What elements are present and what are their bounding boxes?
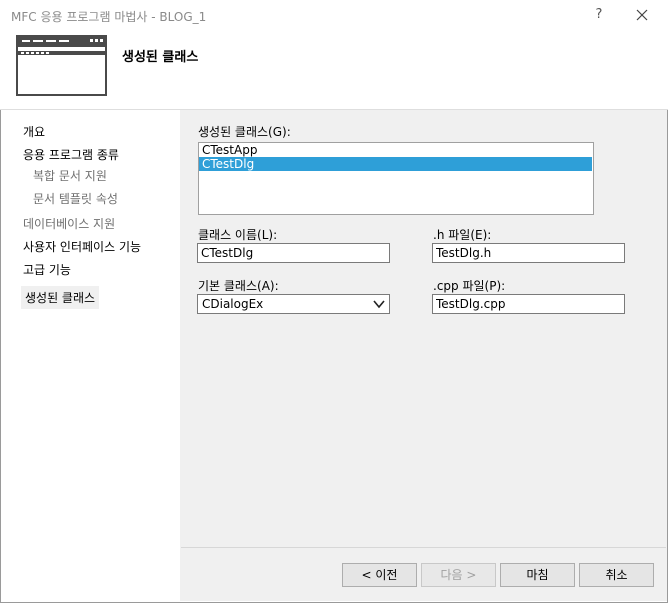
- dialog-window-icon: [16, 35, 107, 96]
- close-icon: [636, 9, 648, 21]
- chevron-down-icon: [373, 300, 385, 309]
- footer-divider: [181, 547, 666, 548]
- sidebar-item-document-template[interactable]: 문서 템플릿 속성: [33, 190, 118, 207]
- base-class-dropdown[interactable]: CDialogEx: [197, 294, 390, 314]
- help-button[interactable]: ?: [590, 5, 608, 25]
- list-item-selected[interactable]: CTestDlg: [199, 157, 592, 171]
- base-class-label: 기본 클래스(A):: [198, 279, 279, 293]
- previous-button[interactable]: < 이전: [342, 563, 417, 587]
- sidebar-item-user-interface[interactable]: 사용자 인터페이스 기능: [23, 238, 141, 255]
- page-title: 생성된 클래스: [122, 50, 199, 65]
- class-name-field[interactable]: [197, 243, 390, 263]
- cpp-file-label: .cpp 파일(P):: [433, 279, 506, 293]
- sidebar-item-advanced-features[interactable]: 고급 기능: [23, 261, 71, 278]
- title-bar: MFC 응용 프로그램 마법사 - BLOG_1 ?: [0, 0, 668, 30]
- close-button[interactable]: [630, 5, 654, 25]
- h-file-label: .h 파일(E):: [433, 228, 492, 242]
- finish-button[interactable]: 마침: [500, 563, 575, 587]
- sidebar-item-compound-document[interactable]: 복합 문서 지원: [33, 167, 107, 184]
- sidebar-item-application-type[interactable]: 응용 프로그램 종류: [23, 146, 119, 163]
- sidebar-item-database-support[interactable]: 데이터베이스 지원: [23, 215, 115, 232]
- cpp-file-field[interactable]: [432, 294, 625, 314]
- h-file-field[interactable]: [432, 243, 625, 263]
- generated-classes-label: 생성된 클래스(G):: [198, 125, 291, 139]
- base-class-value: CDialogEx: [202, 297, 264, 311]
- cancel-button[interactable]: 취소: [579, 563, 654, 587]
- wizard-sidebar: 개요 응용 프로그램 종류 복합 문서 지원 문서 템플릿 속성 데이터베이스 …: [1, 110, 180, 601]
- sidebar-item-overview[interactable]: 개요: [23, 123, 45, 140]
- generated-classes-listbox[interactable]: CTestApp CTestDlg: [198, 142, 594, 215]
- window-title: MFC 응용 프로그램 마법사 - BLOG_1: [11, 10, 207, 24]
- sidebar-item-generated-classes[interactable]: 생성된 클래스: [21, 286, 100, 309]
- next-button[interactable]: 다음 >: [421, 563, 496, 587]
- list-item[interactable]: CTestApp: [199, 143, 593, 157]
- class-name-label: 클래스 이름(L):: [198, 228, 278, 242]
